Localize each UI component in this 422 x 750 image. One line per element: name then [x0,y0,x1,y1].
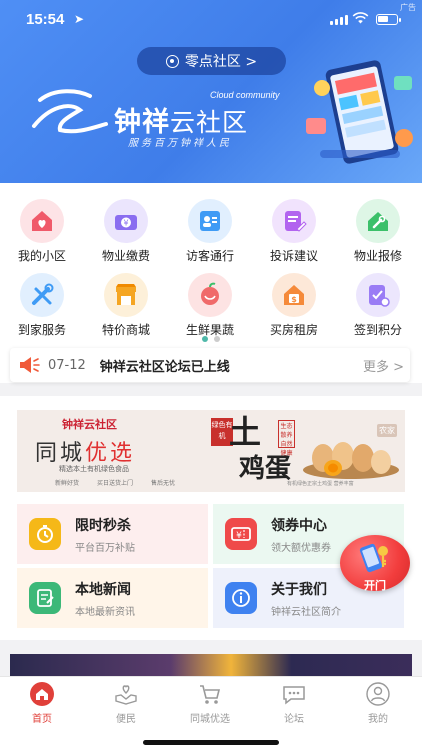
repair-tools-icon [356,199,400,243]
svg-text:¥: ¥ [236,531,242,541]
page-indicator [0,336,422,342]
notice-text: 钟祥云社区论坛已上线 [99,359,230,375]
tab-local-select[interactable]: 同城优选 [168,681,252,725]
tab-label: 首页 [32,714,52,725]
notice-bar[interactable]: 07-12 钟祥云社区论坛已上线 更多 > [10,348,410,382]
card-title: 领券中心 [271,517,327,534]
wifi-icon [352,12,369,24]
cloud-swirl-icon [32,89,108,134]
card-subtitle: 领大额优惠券 [271,542,331,554]
menu-item-label: 我的小区 [17,249,66,263]
house-heart-icon [20,199,64,243]
phone-key-icon [359,543,388,573]
card-local-news[interactable]: 本地新闻 本地最新资讯 [17,568,208,628]
stopwatch-icon [29,518,61,550]
tab-label: 便民 [116,714,136,725]
status-time: 15:54 [26,11,65,28]
community-selector-button[interactable]: 零点社区 > [137,47,286,75]
battery-icon [376,14,401,25]
tab-convenience[interactable]: 便民 [84,681,168,725]
svg-text:¥: ¥ [123,219,128,228]
card-subtitle: 本地最新资讯 [75,606,135,618]
wrench-screwdriver-icon [20,273,64,317]
promo-chick-tag: 农家 [377,424,397,437]
menu-item-my-community[interactable]: 我的小区 [0,199,84,264]
promo-tag: 售后无忧 [151,480,176,487]
brand-english-name: Cloud community [210,90,280,100]
card-subtitle: 钟祥云社区简介 [271,606,341,618]
card-title: 关于我们 [271,581,327,598]
fruit-bowl-icon [188,273,232,317]
ad-tag: 广告 [400,3,416,12]
location-arrow-icon: ➤ [74,12,85,26]
menu-item-label: 物业缴费 [101,249,150,263]
menu-item-fresh-produce[interactable]: 生鲜果蔬 [168,273,252,338]
tab-label: 论坛 [284,714,304,725]
hands-heart-icon [113,681,139,707]
card-title: 本地新闻 [75,581,131,598]
home-indicator [143,740,279,745]
promo-title: 同城优选 [35,441,136,466]
phone-illustration [306,60,413,164]
promo-seal: 生态散养自然健康 [278,420,295,457]
promo-tag: 新鲜好货 [55,480,80,487]
notice-date: 07-12 [48,357,86,373]
tab-label: 同城优选 [190,714,230,725]
status-bar: 15:54 ➤ 广告 [0,0,422,40]
user-icon [365,681,391,707]
open-door-label: 开门 [364,579,386,592]
tab-forum[interactable]: 论坛 [252,681,336,725]
svg-text:$: $ [291,295,297,304]
card-subtitle: 平台百万补贴 [75,542,135,554]
promo-footer: 有机绿色正宗土鸡蛋 营养丰富 [287,481,354,487]
promo-egg-title: 土 [229,413,262,451]
tab-label: 我的 [368,714,388,725]
tab-mine[interactable]: 我的 [336,681,420,725]
menu-item-repairs[interactable]: 物业报修 [336,199,420,264]
card-flash-sale[interactable]: 限时秒杀 平台百万补贴 [17,504,208,564]
menu-item-checkin-points[interactable]: 签到积分 [336,273,420,338]
bottom-tab-bar: 首页 便民 同城优选 论坛 我的 [0,676,422,750]
visitor-card-icon [188,199,232,243]
info-icon [225,582,257,614]
promo-tags: 新鲜好货 买日送货上门 售后无忧 [55,478,175,487]
signal-icon [330,15,348,25]
chat-bubble-icon [281,681,307,707]
menu-item-property-fee[interactable]: ¥ 物业缴费 [84,199,168,264]
menu-item-label: 投诉建议 [269,249,318,263]
header-banner: 15:54 ➤ 广告 零点社区 > Cloud community 钟祥云社区 … [0,0,422,183]
coupon-icon: ¥ [225,518,257,550]
menu-item-housing[interactable]: $ 买房租房 [252,273,336,338]
menu-item-visitor-pass[interactable]: 访客通行 [168,199,252,264]
brand-slogan: 服务百万钟祥人民 [128,138,232,149]
promo-banner[interactable]: 钟祥云社区 同城优选 精选本土有机绿色食品 新鲜好货 买日送货上门 售后无忧 绿… [17,410,405,492]
community-selector-label: 零点社区 > [184,54,258,70]
news-icon [29,582,61,614]
promo-tag: 买日送货上门 [97,480,134,487]
complaint-edit-icon [272,199,316,243]
menu-item-label: 物业报修 [353,249,402,263]
promo-subtitle: 精选本土有机绿色食品 [59,465,129,473]
bottom-promo-strip[interactable] [10,654,412,676]
featured-section: 钟祥云社区 同城优选 精选本土有机绿色食品 新鲜好货 买日送货上门 售后无忧 绿… [0,396,422,640]
shop-icon [104,273,148,317]
promo-logo: 钟祥云社区 [62,418,117,431]
cart-icon [197,681,223,707]
home-icon [29,681,55,707]
menu-item-label: 访客通行 [185,249,234,263]
notice-more-link[interactable]: 更多 > [363,356,404,375]
card-title: 限时秒杀 [75,517,131,534]
location-pin-icon [165,54,179,68]
house-dollar-icon: $ [272,273,316,317]
page-dot[interactable] [214,336,220,342]
menu-item-complaints[interactable]: 投诉建议 [252,199,336,264]
page-dot-active[interactable] [202,336,208,342]
menu-item-discount-mall[interactable]: 特价商城 [84,273,168,338]
open-door-button[interactable]: 开门 [339,535,411,592]
menu-item-home-service[interactable]: 到家服务 [0,273,84,338]
megaphone-icon [20,357,40,373]
checkin-icon [356,273,400,317]
yen-coin-icon: ¥ [104,199,148,243]
tab-home[interactable]: 首页 [0,681,84,725]
